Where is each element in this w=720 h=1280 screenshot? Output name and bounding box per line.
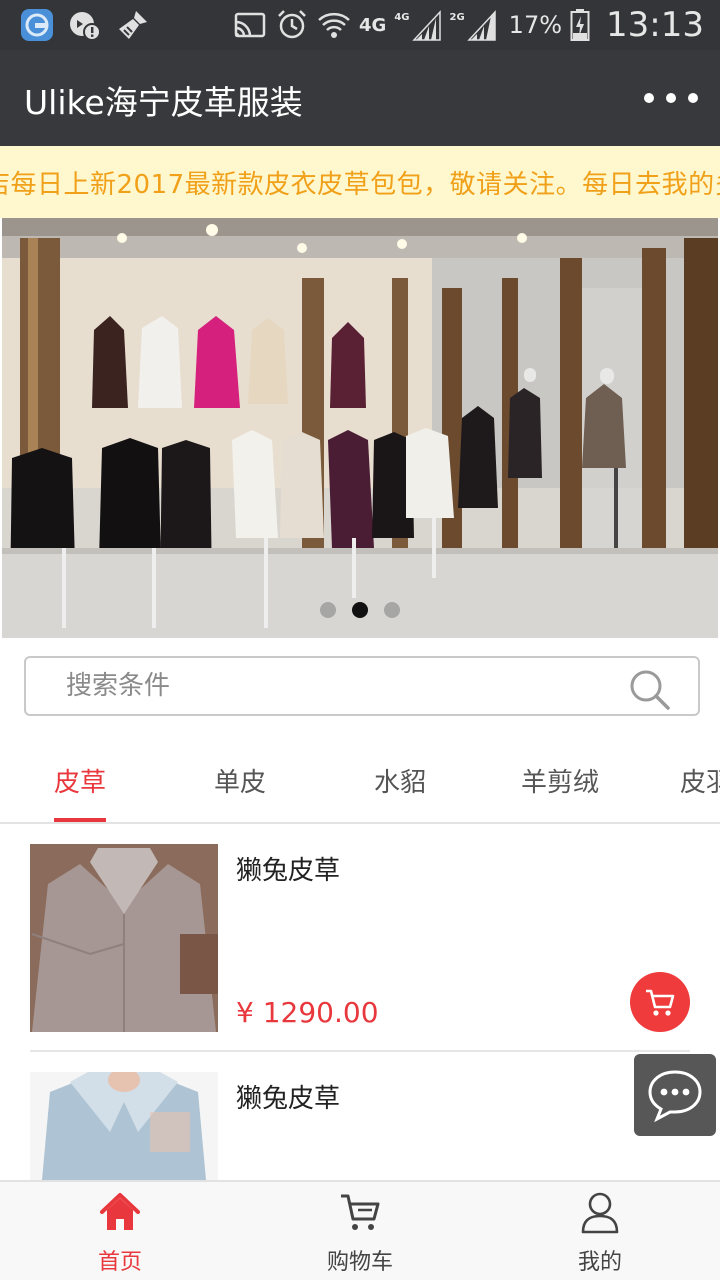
carousel-dot[interactable] <box>320 602 336 618</box>
carousel-dot-active[interactable] <box>352 602 368 618</box>
title-bar: Ulike海宁皮革服装 <box>0 50 720 146</box>
nav-cart-label: 购物车 <box>326 1250 393 1275</box>
tab-leather-down[interactable]: 皮羽 <box>680 762 720 799</box>
announcement-text: 店每日上新2017最新款皮衣皮草包包，敬请关注。每日去我的多 <box>0 170 720 200</box>
tab-mink[interactable]: 水貂 <box>374 762 426 799</box>
product-item[interactable]: 獭兔皮草 ¥ 1290.00 <box>30 844 690 1044</box>
nav-cart[interactable]: 购物车 <box>240 1182 480 1280</box>
alert-icon <box>70 12 101 41</box>
category-tabs: 皮草 单皮 水貂 羊剪绒 皮羽 <box>0 738 720 824</box>
clean-icon <box>119 11 147 39</box>
tab-single-leather[interactable]: 单皮 <box>214 762 266 799</box>
alarm-icon <box>278 10 306 39</box>
search-input[interactable] <box>66 666 626 706</box>
cast-icon <box>234 12 266 38</box>
user-icon <box>581 1192 619 1234</box>
product-name[interactable]: 獭兔皮草 <box>236 1078 340 1115</box>
nav-profile[interactable]: 我的 <box>480 1182 720 1280</box>
banner-carousel[interactable] <box>2 218 718 638</box>
floating-chat-button[interactable] <box>634 1054 716 1136</box>
system-status: 4G 4G 2G 17% 13:13 <box>233 0 704 50</box>
network-type-label: 4G <box>359 14 387 36</box>
nav-home-label: 首页 <box>97 1250 142 1275</box>
tab-fur[interactable]: 皮草 <box>54 762 106 799</box>
home-icon <box>100 1193 140 1230</box>
notification-icons <box>20 8 150 42</box>
more-dots-icon <box>644 93 654 103</box>
signal-icon <box>466 10 496 41</box>
cart-icon <box>341 1194 380 1230</box>
product-image[interactable] <box>30 844 218 1032</box>
app-icon <box>21 9 53 41</box>
sim1-network-label: 4G <box>394 11 410 23</box>
more-dot <box>688 93 698 103</box>
list-divider <box>30 1050 690 1052</box>
product-image[interactable] <box>30 1072 218 1180</box>
carousel-dot[interactable] <box>384 602 400 618</box>
sim2-network-label: 2G <box>449 11 465 23</box>
battery-icon <box>570 9 590 41</box>
battery-percentage: 17% <box>508 11 563 39</box>
status-bar: 4G 4G 2G 17% 13:13 <box>0 0 720 50</box>
chat-icon <box>648 1070 702 1122</box>
more-dot <box>666 93 676 103</box>
clock: 13:13 <box>606 5 704 45</box>
product-name[interactable]: 獭兔皮草 <box>236 850 340 887</box>
wifi-icon <box>318 12 350 38</box>
active-tab-indicator <box>54 818 106 822</box>
signal-icon <box>411 10 441 41</box>
nav-profile-label: 我的 <box>577 1250 622 1275</box>
cart-icon <box>646 989 675 1016</box>
announcement-marquee: 店每日上新2017最新款皮衣皮草包包，敬请关注。每日去我的多 <box>0 146 720 218</box>
product-price: ¥ 1290.00 <box>236 996 379 1029</box>
page-title: Ulike海宁皮革服装 <box>24 83 303 122</box>
more-button[interactable] <box>644 80 698 116</box>
floating-cart-button[interactable] <box>630 972 690 1032</box>
search-icon[interactable] <box>628 668 670 710</box>
banner-image <box>2 218 718 638</box>
search-bar <box>24 656 700 716</box>
bottom-nav: 首页 购物车 我的 <box>0 1180 720 1280</box>
tab-sheep-shearling[interactable]: 羊剪绒 <box>521 762 599 799</box>
nav-home[interactable]: 首页 <box>0 1182 240 1280</box>
carousel-indicator <box>320 602 400 618</box>
